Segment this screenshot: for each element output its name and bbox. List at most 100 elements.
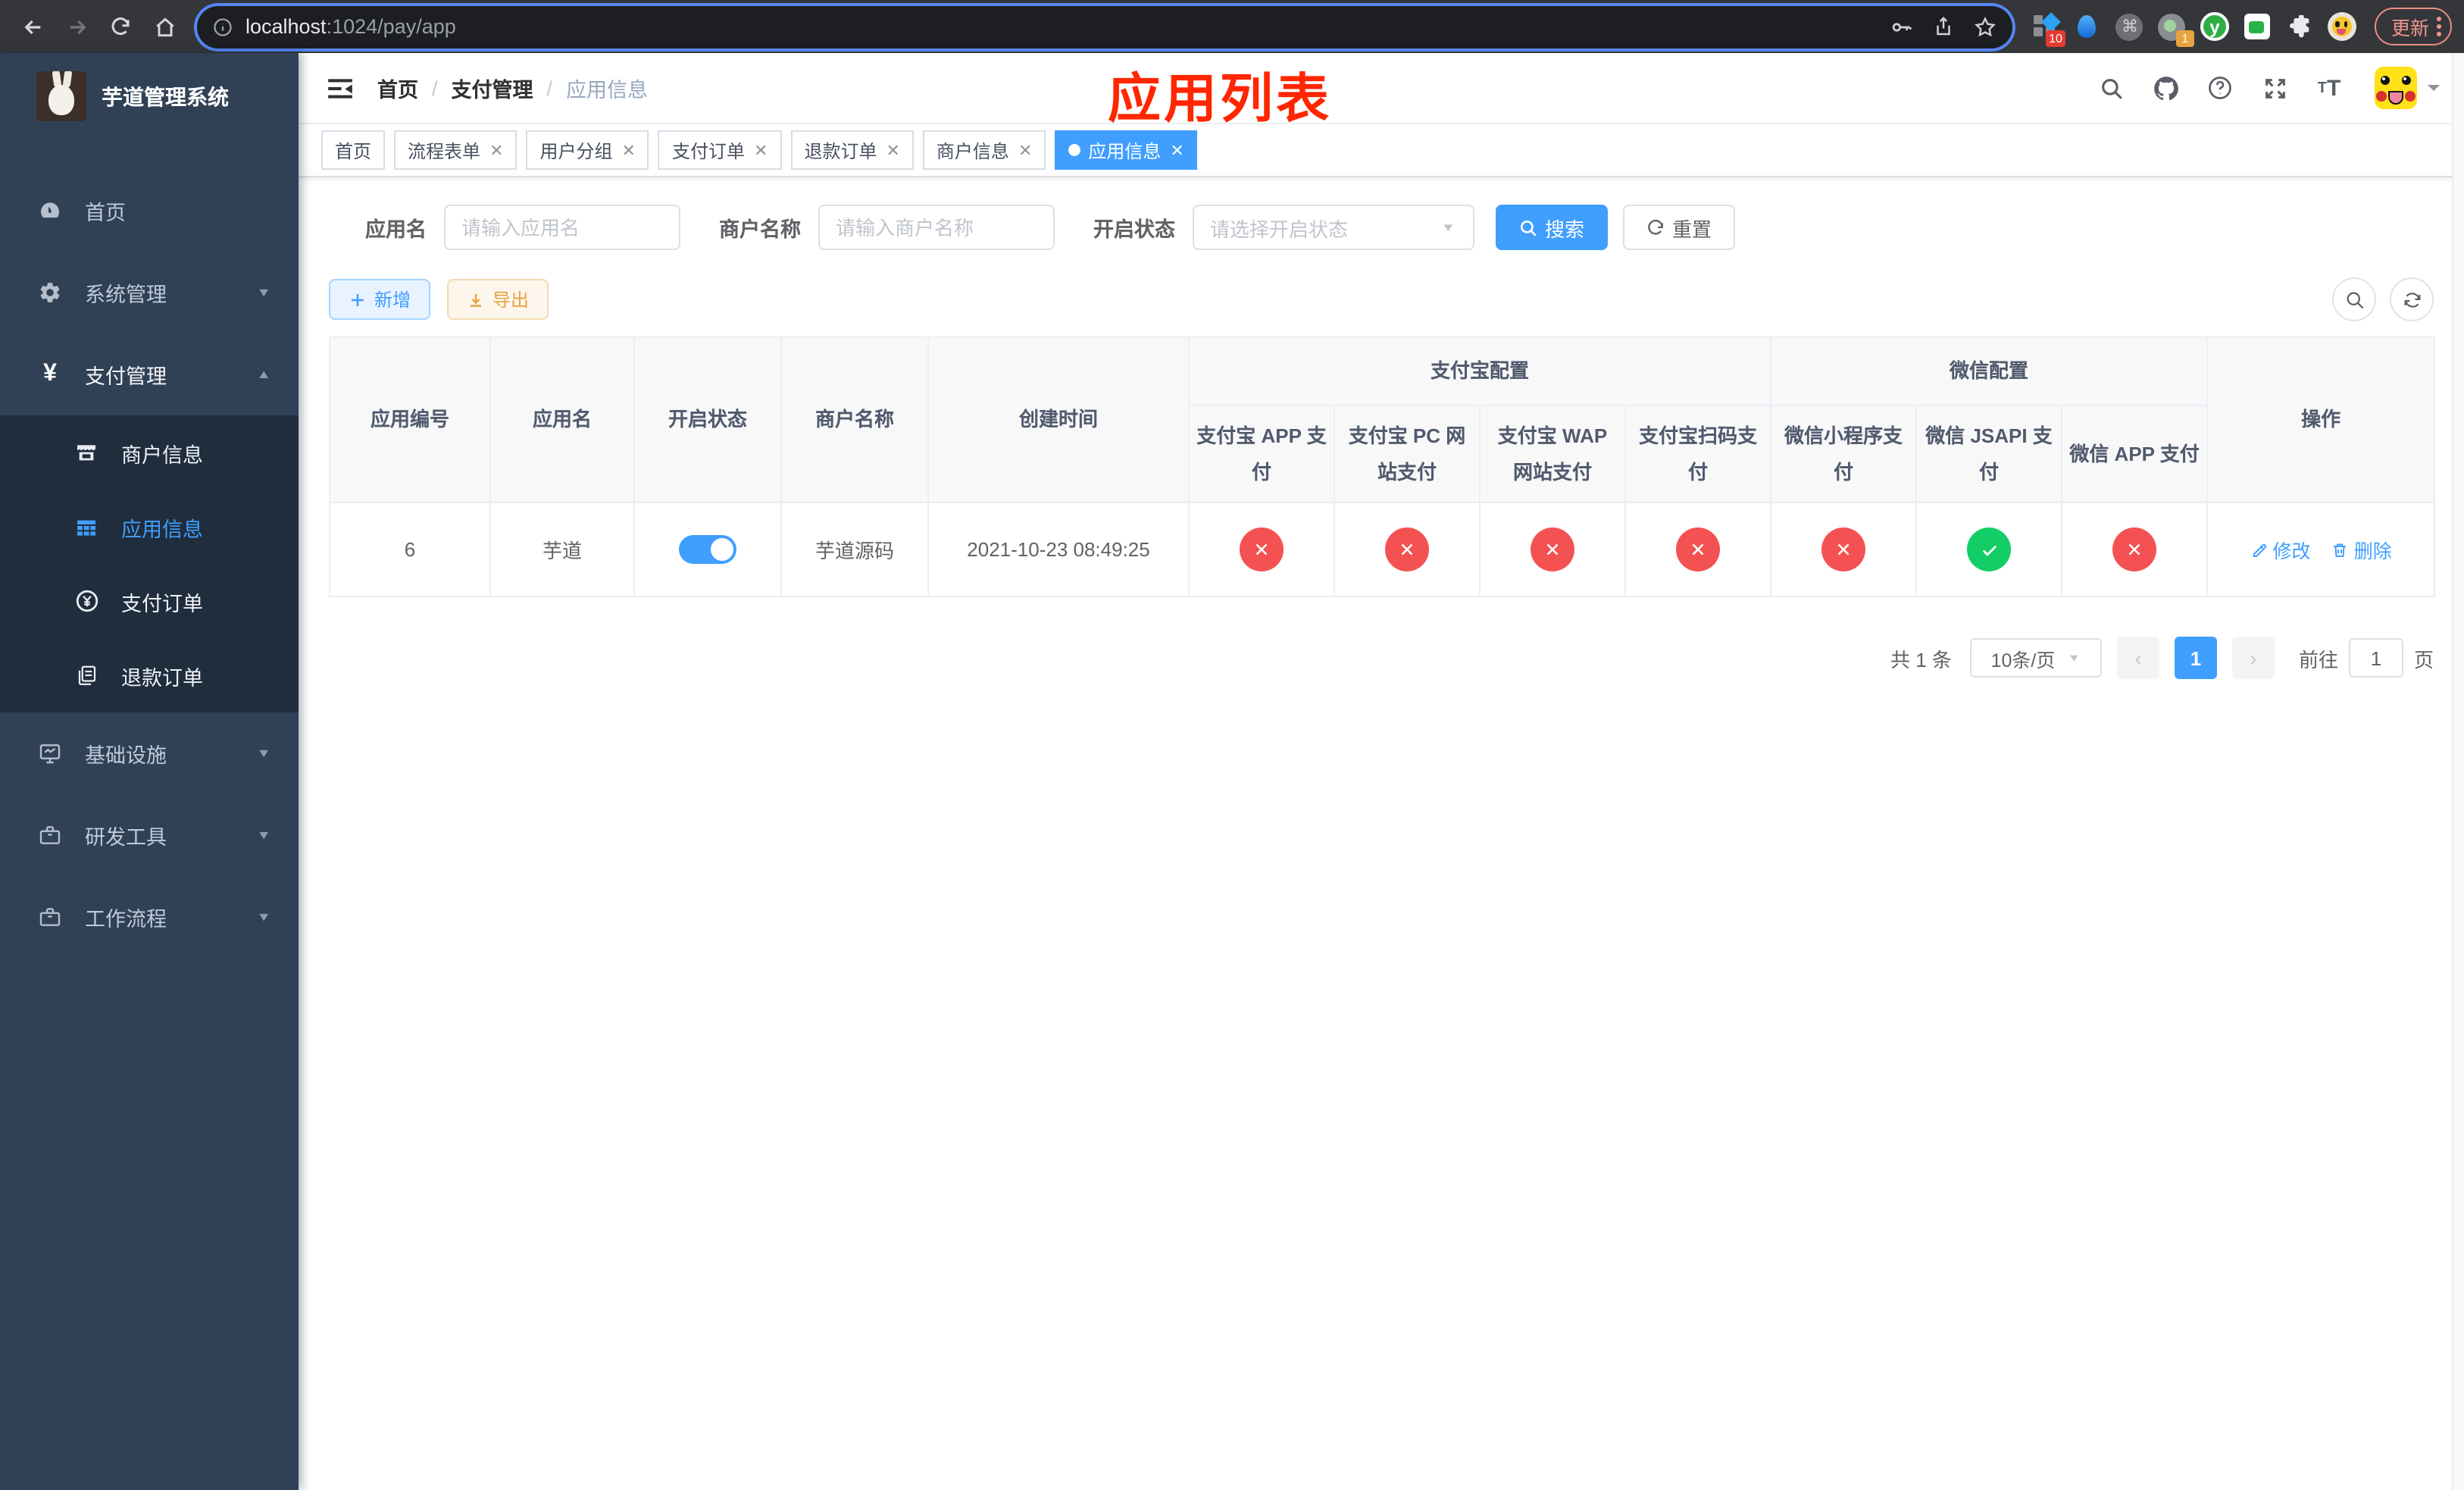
page-1-button[interactable]: 1 bbox=[2174, 637, 2217, 679]
key-icon[interactable] bbox=[1890, 14, 1914, 39]
share-icon[interactable] bbox=[1932, 15, 1955, 38]
chevron-down-icon: ▼ bbox=[2067, 652, 2081, 664]
page-size-select[interactable]: 10条/页 ▼ bbox=[1969, 638, 2102, 678]
refresh-icon bbox=[1647, 218, 1662, 234]
status-select[interactable]: 请选择开启状态 ▼ bbox=[1192, 205, 1474, 250]
edit-link[interactable]: 修改 bbox=[2250, 535, 2310, 564]
extensions-puzzle-icon[interactable] bbox=[2285, 12, 2314, 41]
search-button[interactable]: 搜索 bbox=[1495, 205, 1608, 250]
reload-icon[interactable] bbox=[100, 6, 141, 47]
yen-icon: ¥ bbox=[43, 361, 57, 387]
back-icon[interactable] bbox=[12, 6, 53, 47]
github-icon[interactable] bbox=[2150, 73, 2181, 103]
user-avatar[interactable] bbox=[2375, 67, 2440, 109]
tab-home[interactable]: 首页 bbox=[321, 130, 386, 170]
browser-update-button[interactable]: 更新 bbox=[2374, 8, 2452, 45]
sidebar-item-refund-order[interactable]: 退款订单 bbox=[0, 638, 299, 712]
next-page-button[interactable]: › bbox=[2231, 637, 2275, 679]
extension-balloon-icon[interactable] bbox=[2073, 12, 2102, 41]
avatar-image bbox=[2375, 67, 2417, 109]
goto-page-input[interactable] bbox=[2348, 638, 2403, 678]
fullscreen-icon[interactable] bbox=[2259, 73, 2290, 103]
search-icon bbox=[1520, 220, 1536, 236]
sidebar-collapse-icon[interactable] bbox=[323, 71, 356, 105]
delete-link[interactable]: 删除 bbox=[2331, 535, 2392, 564]
plus-icon bbox=[352, 293, 364, 305]
close-icon[interactable]: ✕ bbox=[489, 140, 503, 160]
profile-avatar-icon[interactable] bbox=[2327, 12, 2356, 41]
col-app-name: 应用名 bbox=[489, 337, 635, 503]
extension-y-icon[interactable]: y bbox=[2200, 12, 2229, 41]
sidebar-item-payment[interactable]: ¥ 支付管理 ▲ bbox=[0, 333, 299, 415]
cell-ops: 修改 删除 bbox=[2206, 502, 2436, 597]
app-logo[interactable]: 芋道管理系统 bbox=[0, 53, 299, 139]
browser-menu-icon[interactable] bbox=[2437, 17, 2441, 36]
pen-icon bbox=[2253, 543, 2266, 556]
tab-pay-order[interactable]: 支付订单 ✕ bbox=[658, 130, 782, 170]
extension-command-icon[interactable]: ⌘ bbox=[2115, 12, 2144, 41]
forward-icon[interactable] bbox=[56, 6, 97, 47]
browser-toolbar: localhost:1024/pay/app 10 ⌘ 1 y 更新 bbox=[0, 0, 2464, 53]
url-text[interactable]: localhost:1024/pay/app bbox=[245, 15, 1890, 38]
sidebar-item-merchant-info[interactable]: 商户信息 bbox=[0, 415, 299, 490]
home-icon[interactable] bbox=[144, 6, 185, 47]
search-icon[interactable] bbox=[2096, 73, 2126, 103]
info-icon[interactable] bbox=[212, 16, 233, 37]
reset-button[interactable]: 重置 bbox=[1622, 205, 1735, 250]
prev-page-button[interactable]: ‹ bbox=[2116, 637, 2159, 679]
trash-icon bbox=[2334, 543, 2347, 556]
tags-view-bar: 首页 流程表单 ✕ 用户分组 ✕ 支付订单 ✕ 退款订单 ✕ 商户信息 ✕ 应用信息 ✕ bbox=[299, 124, 2464, 177]
app-title: 芋道管理系统 bbox=[102, 84, 229, 108]
export-button[interactable]: 导出 bbox=[447, 279, 549, 320]
breadcrumb-home[interactable]: 首页 bbox=[377, 73, 418, 103]
tab-merchant-info[interactable]: 商户信息 ✕ bbox=[922, 130, 1046, 170]
download-icon bbox=[471, 293, 482, 306]
store-icon bbox=[73, 440, 100, 465]
close-icon[interactable]: ✕ bbox=[754, 140, 768, 160]
col-status: 开启状态 bbox=[633, 337, 782, 503]
tab-refund-order[interactable]: 退款订单 ✕ bbox=[790, 130, 914, 170]
chevron-down-icon: ▼ bbox=[256, 286, 271, 299]
status-disabled-icon bbox=[1821, 527, 1866, 571]
sidebar-item-system[interactable]: 系统管理 ▼ bbox=[0, 252, 299, 333]
help-icon[interactable] bbox=[2205, 73, 2235, 103]
close-icon[interactable]: ✕ bbox=[886, 140, 899, 160]
extension-chat-icon[interactable] bbox=[2243, 12, 2272, 41]
font-size-icon[interactable]: TT bbox=[2314, 73, 2344, 103]
tab-process-form[interactable]: 流程表单 ✕ bbox=[394, 130, 518, 170]
close-icon[interactable]: ✕ bbox=[1170, 140, 1184, 160]
yen-circle-icon bbox=[73, 588, 100, 614]
close-icon[interactable]: ✕ bbox=[622, 140, 636, 160]
merchant-name-input[interactable] bbox=[818, 205, 1054, 250]
sidebar-item-workflow[interactable]: 工作流程 ▼ bbox=[0, 876, 299, 958]
sidebar-item-home[interactable]: 首页 bbox=[0, 170, 299, 252]
add-button[interactable]: 新增 bbox=[329, 279, 431, 320]
scrollbar[interactable] bbox=[2452, 53, 2464, 1490]
sidebar-item-devtools[interactable]: 研发工具 ▼ bbox=[0, 794, 299, 876]
breadcrumb-payment[interactable]: 支付管理 bbox=[452, 73, 533, 103]
page-title-annotation: 应用列表 bbox=[1108, 70, 1333, 129]
gear-icon bbox=[36, 280, 64, 305]
refresh-table-button[interactable] bbox=[2390, 277, 2434, 321]
status-toggle[interactable] bbox=[679, 535, 736, 564]
sidebar-item-pay-order[interactable]: 支付订单 bbox=[0, 564, 299, 638]
extension-grid-icon[interactable]: 10 bbox=[2031, 12, 2065, 47]
col-wechat-jsapi: 微信 JSAPI 支付 bbox=[1915, 405, 2063, 503]
tab-app-info[interactable]: 应用信息 ✕ bbox=[1055, 130, 1198, 170]
close-icon[interactable]: ✕ bbox=[1018, 140, 1032, 160]
app-name-input[interactable] bbox=[443, 205, 680, 250]
status-disabled-icon bbox=[2112, 527, 2157, 571]
extension-camera-icon[interactable]: 1 bbox=[2158, 12, 2194, 47]
chevron-up-icon: ▲ bbox=[256, 368, 271, 381]
table-toolbar: 新增 导出 bbox=[329, 277, 2434, 321]
monitor-chart-icon bbox=[36, 741, 64, 765]
bookmark-star-icon[interactable] bbox=[1973, 14, 1997, 39]
tab-user-group[interactable]: 用户分组 ✕ bbox=[526, 130, 649, 170]
merchant-name-label: 商户名称 bbox=[719, 218, 801, 241]
sidebar-item-infrastructure[interactable]: 基础设施 ▼ bbox=[0, 712, 299, 794]
dashboard-icon bbox=[36, 199, 64, 223]
show-search-button[interactable] bbox=[2332, 277, 2376, 321]
sidebar-item-app-info[interactable]: 应用信息 bbox=[0, 490, 299, 564]
address-bar[interactable]: localhost:1024/pay/app bbox=[197, 5, 2012, 48]
total-count: 共 1 条 bbox=[1890, 648, 1952, 671]
